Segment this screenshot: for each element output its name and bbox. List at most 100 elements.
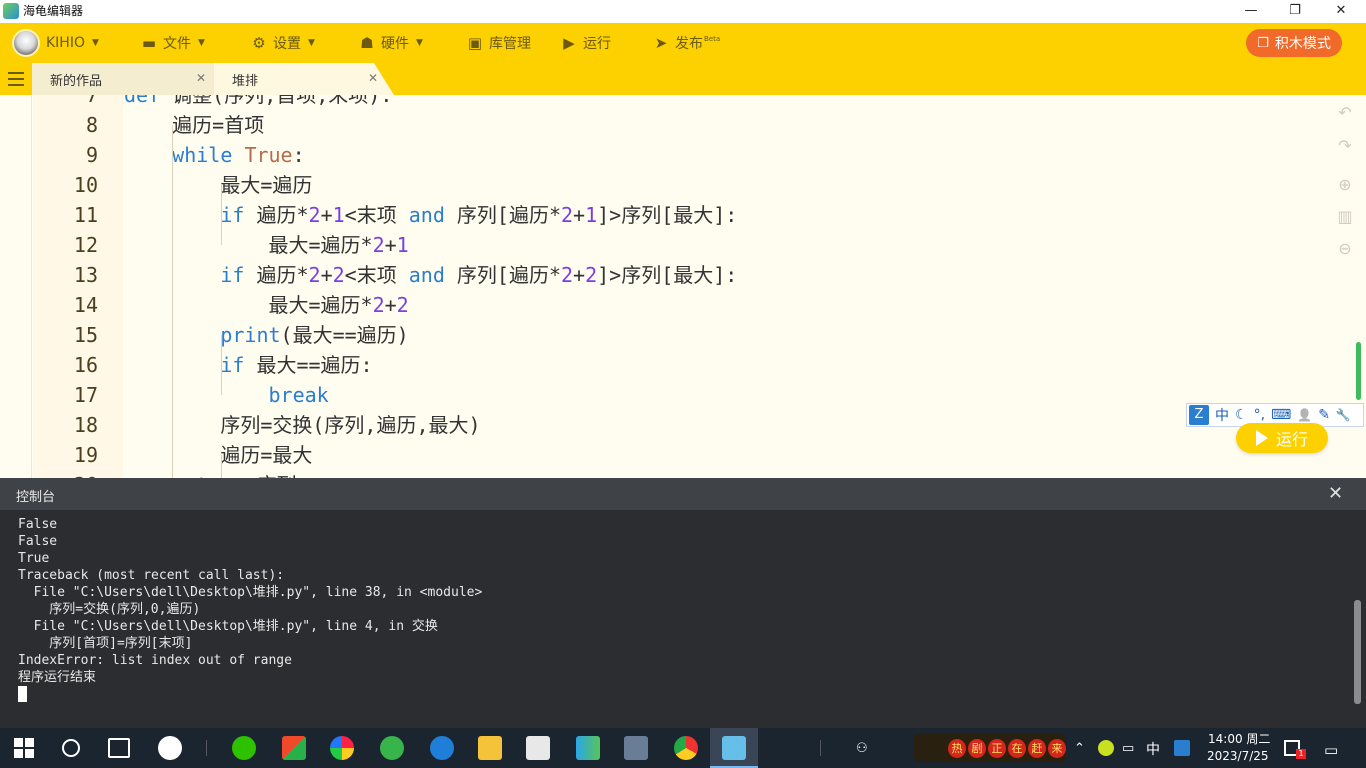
zoom-out-icon[interactable]: ⊖ [1335, 239, 1355, 259]
code-line[interactable]: 20 return 序列 [0, 470, 1330, 478]
pinwheel-app-icon[interactable] [158, 736, 182, 760]
console-line: 程序运行结束 [18, 670, 97, 685]
task-view-icon[interactable] [108, 738, 130, 758]
network-icon[interactable]: ▭ [1122, 741, 1134, 756]
redo-icon[interactable]: ↷ [1335, 136, 1355, 156]
code-text: 遍历=首项 [124, 113, 265, 137]
code-text: break [268, 383, 329, 407]
edge-browser-icon[interactable] [430, 736, 454, 760]
zoom-in-icon[interactable]: ⊕ [1335, 175, 1355, 195]
close-tab-icon[interactable]: ✕ [196, 71, 206, 85]
maximize-button[interactable]: ❐ [1272, 0, 1318, 23]
console-line: File "C:\Users\dell\Desktop\堆排.py", line… [18, 585, 483, 600]
publish-button[interactable]: ➤ 发布 Beta [652, 23, 720, 63]
avatar[interactable] [12, 29, 40, 57]
windows-start-icon[interactable] [14, 738, 34, 758]
user-menu[interactable]: KIHIO ▼ [46, 23, 99, 63]
code-line[interactable]: 16 if 最大==遍历: [0, 350, 1330, 380]
browser-360-icon[interactable] [330, 736, 354, 760]
code-line[interactable]: 13 if 遍历*2+2<末项 and 序列[遍历*2+2]>序列[最大]: [0, 260, 1330, 290]
store-icon[interactable] [526, 736, 550, 760]
tray-ime-indicator[interactable]: 中 [1146, 739, 1160, 759]
chevron-down-icon: ▼ [308, 38, 315, 48]
menu-icon[interactable] [6, 70, 26, 88]
clock-date[interactable]: 2023/7/25 [1207, 748, 1269, 764]
people-icon[interactable]: ⚇ [856, 741, 868, 756]
chevron-down-icon: ▼ [416, 38, 423, 48]
block-mode-button[interactable]: ❐ 积木模式 [1246, 29, 1342, 57]
chrome-icon[interactable] [674, 736, 698, 760]
code-line[interactable]: 8 遍历=首项 [0, 110, 1330, 140]
undo-icon[interactable]: ↶ [1335, 103, 1355, 123]
code-text: if 最大==遍历: [220, 353, 373, 377]
line-number: 15 [73, 323, 98, 347]
skin-icon[interactable]: ✎ [1318, 407, 1330, 423]
block-mode-label: 积木模式 [1274, 36, 1331, 52]
user-icon[interactable]: 👤 [1297, 408, 1312, 422]
action-center-icon[interactable]: ▭ [1324, 741, 1338, 759]
close-window-button[interactable]: ✕ [1318, 0, 1364, 23]
main-toolbar: KIHIO ▼ ▬ 文件 ▼ ⚙ 设置 ▼ ☗ 硬件 ▼ ▣ 库管理 ▶ 运行 ➤ 发布… [0, 23, 1366, 63]
minimize-button[interactable]: — [1228, 0, 1274, 23]
settings-menu[interactable]: ⚙ 设置 ▼ [250, 23, 315, 63]
console-line: Traceback (most recent call last): [18, 568, 285, 583]
play-circle-icon: ▶ [563, 34, 575, 52]
ime-language-toggle[interactable]: 中 [1215, 405, 1229, 425]
code-line[interactable]: 11 if 遍历*2+1<末项 and 序列[遍历*2+1]>序列[最大]: [0, 200, 1330, 230]
code-line[interactable]: 15 print(最大==遍历) [0, 320, 1330, 350]
hardware-menu[interactable]: ☗ 硬件 ▼ [358, 23, 423, 63]
media-player-icon[interactable] [576, 736, 600, 760]
file-menu-label: 文件 [163, 36, 191, 52]
search-icon[interactable] [62, 739, 80, 757]
code-editor[interactable]: 7 def 调整(序列,首项,末项): 8 遍历=首项 9 while True: 10… [0, 95, 1366, 478]
code-line[interactable]: 19 遍历=最大 [0, 440, 1330, 470]
code-line[interactable]: 9 while True: [0, 140, 1330, 170]
run-toolbar-label: 运行 [583, 36, 611, 52]
indent-guide [172, 125, 173, 478]
turtle-editor-taskbar-icon[interactable] [722, 736, 746, 760]
file-menu[interactable]: ▬ 文件 ▼ [140, 23, 205, 63]
tray-ad-banner[interactable]: 热 剧 正 在 赶 来 [914, 734, 1066, 762]
code-line[interactable]: 14 最大=遍历*2+2 [0, 290, 1330, 320]
ime-tray-icon[interactable] [1174, 740, 1190, 756]
wrench-icon[interactable]: 🔧 [1336, 408, 1351, 422]
tab-heap-sort[interactable]: 堆排 ✕ [214, 63, 394, 95]
chevron-up-icon[interactable]: ⌃ [1074, 741, 1085, 756]
refresh-app-icon[interactable] [380, 736, 404, 760]
close-tab-icon[interactable]: ✕ [368, 71, 378, 85]
moon-icon[interactable]: ☾ [1235, 407, 1248, 423]
line-number: 19 [73, 443, 98, 467]
tab-new-work[interactable]: 新的作品 ✕ [32, 63, 214, 95]
line-number: 13 [73, 263, 98, 287]
run-button[interactable]: 运行 [1236, 423, 1328, 453]
code-line[interactable]: 10 最大=遍历 [0, 170, 1330, 200]
run-toolbar-button[interactable]: ▶ 运行 [560, 23, 611, 63]
code-line[interactable]: 12 最大=遍历*2+1 [0, 230, 1330, 260]
code-text: print(最大==遍历) [220, 323, 409, 347]
file-explorer-icon[interactable] [478, 736, 502, 760]
ime-logo-icon[interactable]: Z [1189, 405, 1209, 425]
keyboard-icon[interactable]: ⌨ [1271, 407, 1291, 423]
app-grid-icon[interactable] [282, 736, 306, 760]
line-number: 20 [40, 470, 98, 478]
code-line[interactable]: 17 break [0, 380, 1330, 410]
format-icon[interactable]: ▥ [1335, 207, 1355, 227]
python-ide-icon[interactable] [624, 736, 648, 760]
line-number: 8 [85, 113, 98, 137]
inbox-icon: ▣ [467, 34, 483, 52]
security-tray-icon[interactable] [1098, 740, 1114, 756]
text-cursor [18, 686, 27, 702]
close-console-icon[interactable]: ✕ [1328, 483, 1343, 504]
wechat-icon[interactable] [232, 736, 256, 760]
console-scrollbar[interactable] [1354, 600, 1361, 704]
chevron-down-icon: ▼ [92, 38, 99, 48]
punctuation-icon[interactable]: °, [1254, 407, 1265, 423]
code-text: return 序列 [124, 470, 296, 478]
code-line[interactable]: 7 def 调整(序列,首项,末项): [0, 95, 1330, 110]
code-line[interactable]: 18 序列=交换(序列,遍历,最大) [0, 410, 1330, 440]
library-button[interactable]: ▣ 库管理 [466, 23, 531, 63]
taskbar-separator [820, 740, 821, 756]
editor-scrollbar[interactable] [1356, 342, 1361, 400]
clock-time[interactable]: 14:00 周二 [1208, 731, 1270, 747]
code-text: def 调整(序列,首项,末项): [124, 95, 393, 107]
